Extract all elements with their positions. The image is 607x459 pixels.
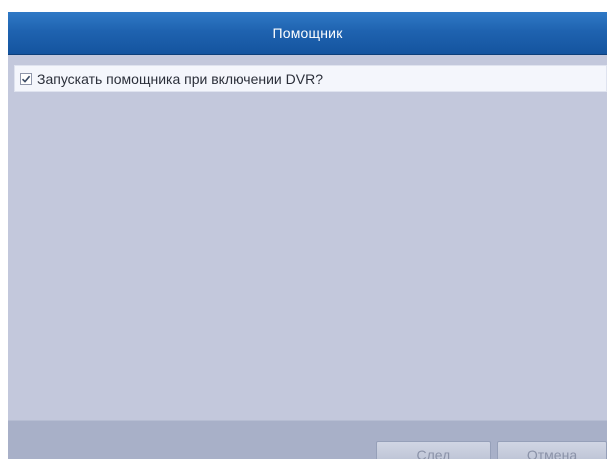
dialog-footer: След Отмена — [8, 420, 607, 459]
setup-wizard-dialog: Помощник Запускать помощника при включен… — [8, 12, 607, 459]
dialog-title: Помощник — [8, 12, 607, 55]
wizard-content-area — [8, 96, 607, 420]
next-button[interactable]: След — [376, 441, 491, 459]
checkmark-icon — [21, 75, 31, 83]
screen: Помощник Запускать помощника при включен… — [0, 0, 607, 459]
startup-wizard-label: Запускать помощника при включении DVR? — [37, 70, 323, 87]
startup-wizard-option[interactable]: Запускать помощника при включении DVR? — [14, 65, 607, 92]
startup-wizard-checkbox[interactable] — [20, 72, 32, 85]
cancel-button[interactable]: Отмена — [497, 441, 607, 459]
